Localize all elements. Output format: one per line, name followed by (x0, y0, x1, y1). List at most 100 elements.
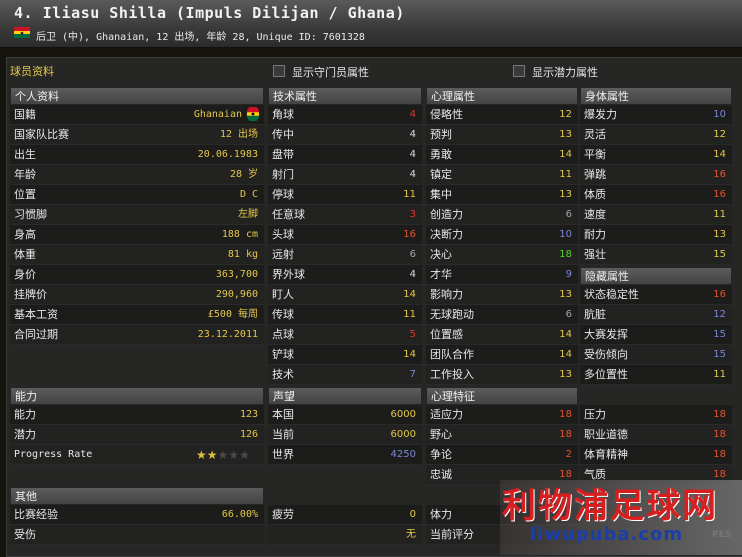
row-label: 肮脏 (584, 308, 606, 321)
technical-attribute-row: 头球 16 (268, 225, 422, 245)
star-empty-icon: ★ (217, 448, 229, 462)
ability-row: 潜力 126 (10, 425, 264, 445)
row-label: 预判 (430, 128, 452, 141)
row-label: 当前 (272, 428, 294, 441)
mental-attribute-row: 决心 18 (426, 245, 578, 265)
other-mid-row: 无 (268, 525, 422, 545)
ghana-flag-icon (14, 27, 30, 38)
reputation-row: 世界 4250 (268, 445, 422, 465)
gk-attributes-checkbox[interactable] (273, 65, 285, 77)
row-value: 13 (559, 189, 572, 200)
physical-attribute-row: 平衡 14 (580, 145, 732, 165)
row-value: 11 (403, 189, 416, 200)
player-subtitle: 后卫 (中), Ghanaian, 12 出场, 年龄 28, Unique I… (36, 32, 365, 43)
personal-info-row: 基本工资 £500 每周 (10, 305, 264, 325)
row-value: 123 (239, 409, 258, 420)
row-label: 身价 (14, 268, 36, 281)
row-value: 18 (559, 429, 572, 440)
row-value: 12 (559, 109, 572, 120)
row-value: 11 (713, 369, 726, 380)
technical-attribute-row: 射门 4 (268, 165, 422, 185)
physical-attribute-row: 体质 16 (580, 185, 732, 205)
row-value: 4 (409, 169, 416, 180)
row-value: 18 (559, 249, 572, 260)
row-value: 18 (713, 449, 726, 460)
row-label: 体力 (430, 508, 452, 521)
personal-info-row: 体重 81 kg (10, 245, 264, 265)
row-value: 11 (403, 309, 416, 320)
row-value: 15 (713, 249, 726, 260)
row-value: 15 (713, 329, 726, 340)
personal-info-row: 合同过期 23.12.2011 (10, 325, 264, 345)
row-label: 体育精神 (584, 448, 628, 461)
hidden-attribute-row: 状态稳定性 16 (580, 285, 732, 305)
row-label: 受伤 (14, 528, 36, 541)
physical-attribute-row: 弹跳 16 (580, 165, 732, 185)
row-value: 14 (559, 149, 572, 160)
mental-attribute-row: 团队合作 14 (426, 345, 578, 365)
row-value: 13 (713, 229, 726, 240)
player-header: 4. Iliasu Shilla (Impuls Dilijan / Ghana… (0, 0, 742, 48)
hidden-header: 隐藏属性 (580, 267, 732, 285)
row-value: 16 (713, 289, 726, 300)
personal-info-row: 位置 D C (10, 185, 264, 205)
row-label: 位置 (14, 188, 36, 201)
row-label: 盘带 (272, 148, 294, 161)
row-value: 363,700 (215, 269, 258, 280)
row-value: 4 (409, 129, 416, 140)
section-title: 球员资料 (10, 65, 54, 78)
personality-section: 压力 18 职业道德 18 体育精神 18 气质 18 (580, 405, 732, 485)
row-value: 15 (713, 349, 726, 360)
physical-attribute-row: 速度 11 (580, 205, 732, 225)
row-label: 传球 (272, 308, 294, 321)
row-label: 状态稳定性 (584, 288, 639, 301)
row-value: 290,960 (215, 289, 258, 300)
row-label: 才华 (430, 268, 452, 281)
row-value: 6 (409, 249, 416, 260)
row-value: D C (239, 189, 258, 200)
row-value: 2 (565, 449, 572, 460)
row-label: 爆发力 (584, 108, 617, 121)
row-label: 职业道德 (584, 428, 628, 441)
row-value: 4250 (390, 449, 416, 460)
row-label: 团队合作 (430, 348, 474, 361)
technical-attribute-row: 技术 7 (268, 365, 422, 385)
other-row: 受伤 (10, 525, 264, 545)
technical-attribute-row: 传球 11 (268, 305, 422, 325)
row-label: 传中 (272, 128, 294, 141)
row-label: 无球跑动 (430, 308, 474, 321)
row-value: 23.12.2011 (197, 329, 258, 340)
row-label: 射门 (272, 168, 294, 181)
row-label: 习惯脚 (14, 208, 47, 221)
ghana-flag-icon (246, 106, 260, 122)
row-label: 世界 (272, 448, 294, 461)
row-label: 国家队比赛 (14, 128, 69, 141)
row-label: 任意球 (272, 208, 305, 221)
mental-header: 心理属性 (426, 87, 578, 105)
other-section: 其他 比赛经验 66.00% 受伤 (10, 487, 264, 545)
row-label: 野心 (430, 428, 452, 441)
progress-rate-label: Progress Rate (14, 449, 93, 460)
row-label: 停球 (272, 188, 294, 201)
row-value: 12 (713, 129, 726, 140)
row-label: 创造力 (430, 208, 463, 221)
personal-info-row: 挂牌价 290,960 (10, 285, 264, 305)
row-value: 12 (713, 309, 726, 320)
row-label: 身高 (14, 228, 36, 241)
personal-info-row: 习惯脚 左脚 (10, 205, 264, 225)
row-value: 14 (559, 329, 572, 340)
row-value: 16 (713, 189, 726, 200)
row-value: 6 (565, 209, 572, 220)
row-value: 10 (559, 229, 572, 240)
mental-attribute-row: 镇定 11 (426, 165, 578, 185)
row-value: 7 (409, 369, 416, 380)
potential-attributes-checkbox[interactable] (513, 65, 525, 77)
row-label: 平衡 (584, 148, 606, 161)
row-label: 位置感 (430, 328, 463, 341)
row-label: 决断力 (430, 228, 463, 241)
row-label: 大赛发挥 (584, 328, 628, 341)
star-empty-icon: ★ (239, 448, 250, 462)
gk-attributes-label: 显示守门员属性 (292, 66, 369, 79)
row-label: 灵活 (584, 128, 606, 141)
row-value: 81 kg (227, 249, 258, 260)
